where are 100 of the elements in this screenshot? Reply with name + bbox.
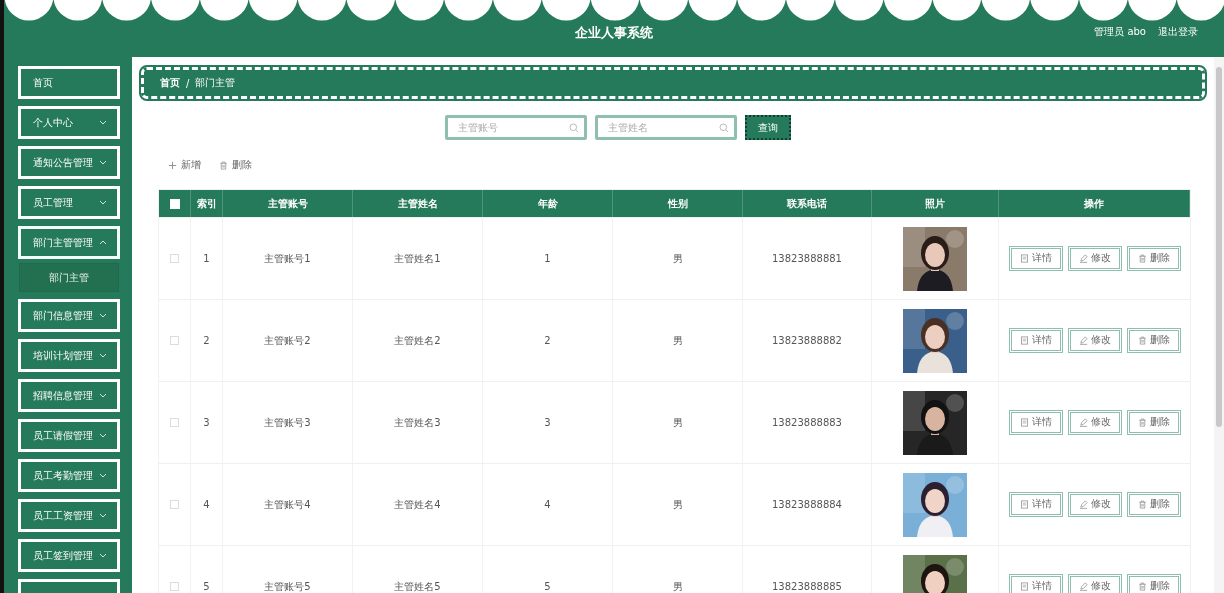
- table-cell: 主管姓名5: [353, 546, 483, 593]
- user-label: 管理员 abo: [1094, 25, 1146, 39]
- table-cell: 1: [483, 218, 613, 299]
- trash-icon: [1137, 418, 1147, 427]
- detail-button[interactable]: 详情: [1008, 410, 1063, 435]
- detail-button[interactable]: 详情: [1008, 492, 1063, 517]
- scrollbar[interactable]: [1214, 57, 1224, 593]
- column-header: 年龄: [483, 190, 613, 217]
- add-button[interactable]: 新增: [168, 158, 201, 172]
- detail-button[interactable]: 详情: [1008, 246, 1063, 271]
- table-cell: 主管姓名2: [353, 300, 483, 381]
- sidebar-item[interactable]: 员工请假管理: [18, 419, 120, 452]
- edit-button[interactable]: 修改: [1067, 246, 1122, 271]
- trash-icon: [1137, 500, 1147, 509]
- table-cell: 主管账号3: [223, 382, 353, 463]
- table-cell: 4: [191, 464, 223, 545]
- search-icon: [569, 122, 579, 133]
- submenu-item[interactable]: 部门主管: [19, 263, 119, 292]
- delete-button[interactable]: 删除: [1126, 328, 1181, 353]
- sidebar-item[interactable]: 部门信息管理: [18, 299, 120, 332]
- table-cell: 2: [483, 300, 613, 381]
- edit-button[interactable]: 修改: [1067, 328, 1122, 353]
- row-checkbox[interactable]: [170, 254, 179, 263]
- pencil-icon: [1078, 418, 1088, 427]
- row-checkbox[interactable]: [170, 500, 179, 509]
- detail-button[interactable]: 详情: [1008, 328, 1063, 353]
- breadcrumb-link[interactable]: 首页: [160, 76, 180, 90]
- caret-icon: [99, 513, 107, 518]
- row-checkbox[interactable]: [170, 418, 179, 427]
- delete-button[interactable]: 删除: [1126, 574, 1181, 593]
- search-icon: [719, 122, 729, 133]
- table-cell: 主管姓名3: [353, 382, 483, 463]
- column-header: 联系电话: [743, 190, 872, 217]
- caret-icon: [99, 313, 107, 318]
- sidebar-item[interactable]: 首页: [18, 66, 120, 99]
- sidebar-item[interactable]: 员工工资管理: [18, 499, 120, 532]
- sidebar-item[interactable]: 员工考勤管理: [18, 459, 120, 492]
- sidebar-item[interactable]: 招聘信息管理: [18, 379, 120, 412]
- breadcrumb-current: 部门主管: [195, 76, 236, 90]
- caret-icon: [99, 200, 107, 205]
- delete-button[interactable]: 删除: [219, 158, 252, 172]
- select-all-checkbox[interactable]: [169, 198, 180, 209]
- caret-icon: [99, 553, 107, 558]
- sidebar-item[interactable]: 培训计划管理: [18, 339, 120, 372]
- sidebar-item[interactable]: 员工签到管理: [18, 539, 120, 572]
- table-cell: 3: [483, 382, 613, 463]
- table-cell: 5: [191, 546, 223, 593]
- table-cell: 主管账号1: [223, 218, 353, 299]
- logout-link[interactable]: 退出登录: [1158, 25, 1198, 39]
- table-cell: 主管账号4: [223, 464, 353, 545]
- delete-button[interactable]: 删除: [1126, 246, 1181, 271]
- sidebar-item[interactable]: [18, 579, 120, 593]
- breadcrumb-separator: /: [186, 77, 190, 89]
- table-cell: 主管账号2: [223, 300, 353, 381]
- search-field[interactable]: 主管姓名: [595, 115, 737, 140]
- document-icon: [1019, 336, 1029, 345]
- delete-button[interactable]: 删除: [1126, 410, 1181, 435]
- table-cell: 男: [613, 300, 743, 381]
- caret-icon: [99, 240, 107, 245]
- sidebar-item[interactable]: 员工管理: [18, 186, 120, 219]
- detail-button[interactable]: 详情: [1008, 574, 1063, 593]
- table-cell: 主管姓名4: [353, 464, 483, 545]
- sidebar-item[interactable]: 部门主管管理: [18, 226, 120, 259]
- search-field[interactable]: 主管账号: [445, 115, 587, 140]
- table-cell: 13823888883: [743, 382, 872, 463]
- caret-icon: [99, 160, 107, 165]
- trash-icon: [1137, 582, 1147, 591]
- table-cell: 5: [483, 546, 613, 593]
- trash-icon: [1137, 336, 1147, 345]
- column-header: 索引: [191, 190, 223, 217]
- table-cell: 主管姓名1: [353, 218, 483, 299]
- table-cell: 男: [613, 546, 743, 593]
- table-cell: 13823888884: [743, 464, 872, 545]
- column-header: 操作: [999, 190, 1190, 217]
- sidebar-item[interactable]: 个人中心: [18, 106, 120, 139]
- document-icon: [1019, 418, 1029, 427]
- trash-icon: [1137, 254, 1147, 263]
- edit-button[interactable]: 修改: [1067, 492, 1122, 517]
- trash-icon: [219, 160, 228, 170]
- document-icon: [1019, 254, 1029, 263]
- edit-button[interactable]: 修改: [1067, 410, 1122, 435]
- sidebar-item[interactable]: 通知公告管理: [18, 146, 120, 179]
- column-header: 主管姓名: [353, 190, 483, 217]
- caret-icon: [99, 120, 107, 125]
- query-button[interactable]: 查询: [745, 115, 791, 140]
- table-cell: 男: [613, 382, 743, 463]
- table-cell: 男: [613, 218, 743, 299]
- edit-button[interactable]: 修改: [1067, 574, 1122, 593]
- table-cell: 男: [613, 464, 743, 545]
- caret-icon: [99, 393, 107, 398]
- column-header: 主管账号: [223, 190, 353, 217]
- caret-icon: [99, 353, 107, 358]
- row-checkbox[interactable]: [170, 336, 179, 345]
- delete-button[interactable]: 删除: [1126, 492, 1181, 517]
- document-icon: [1019, 500, 1029, 509]
- column-header: 性别: [613, 190, 743, 217]
- caret-icon: [99, 433, 107, 438]
- app-title: 企业人事系统: [575, 23, 653, 42]
- row-checkbox[interactable]: [170, 582, 179, 591]
- pencil-icon: [1078, 582, 1088, 591]
